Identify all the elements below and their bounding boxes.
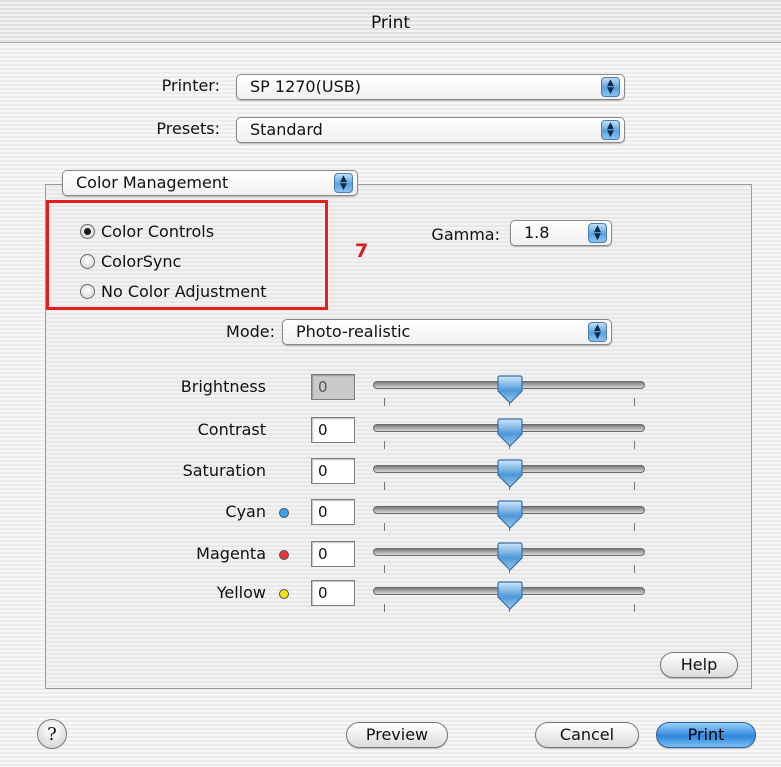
slider-thumb-icon[interactable] — [495, 375, 525, 407]
slider-tick — [634, 441, 635, 449]
slider-tick — [634, 565, 635, 573]
yellow-dot-icon — [279, 589, 289, 599]
preview-button[interactable]: Preview — [346, 722, 448, 748]
cyan-field[interactable]: 0 — [311, 499, 355, 525]
yellow-field[interactable]: 0 — [311, 580, 355, 606]
up-down-arrows-icon: ▲ ▼ — [601, 120, 620, 140]
slider-tick — [384, 523, 385, 531]
up-down-arrows-icon: ▲ ▼ — [588, 223, 607, 243]
presets-value: Standard — [250, 120, 323, 139]
panel-selector-popup[interactable]: Color Management ▲ ▼ — [62, 170, 358, 196]
cancel-button[interactable]: Cancel — [535, 722, 639, 748]
slider-thumb-icon[interactable] — [495, 418, 525, 450]
slider-tick — [634, 523, 635, 531]
slider-thumb-icon[interactable] — [495, 500, 525, 532]
gamma-label: Gamma: — [431, 225, 500, 244]
slider-tick — [384, 398, 385, 406]
window-titlebar: Print — [0, 0, 781, 43]
saturation-field[interactable]: 0 — [311, 458, 355, 484]
contrast-field[interactable]: 0 — [311, 417, 355, 443]
slider-label-contrast: Contrast — [197, 420, 266, 439]
up-down-arrows-icon: ▲ ▼ — [334, 173, 353, 193]
slider-tick — [634, 482, 635, 490]
mode-popup[interactable]: Photo-realistic ▲ ▼ — [282, 319, 612, 345]
slider-tick — [634, 398, 635, 406]
gamma-value: 1.8 — [524, 223, 550, 242]
slider-label-magenta: Magenta — [196, 544, 266, 563]
slider-tick — [384, 565, 385, 573]
up-down-arrows-icon: ▲ ▼ — [588, 322, 607, 342]
slider-tick — [634, 604, 635, 612]
slider-thumb-icon[interactable] — [495, 459, 525, 491]
up-down-arrows-icon: ▲ ▼ — [601, 77, 620, 97]
printer-label: Printer: — [161, 76, 220, 95]
printer-value: SP 1270(USB) — [250, 77, 361, 96]
panel-selector-value: Color Management — [76, 173, 229, 192]
brightness-field[interactable]: 0 — [311, 374, 355, 400]
mode-label: Mode: — [226, 322, 275, 341]
slider-label-brightness: Brightness — [180, 377, 266, 396]
magenta-field[interactable]: 0 — [311, 541, 355, 567]
print-button[interactable]: Print — [656, 722, 756, 748]
slider-label-yellow: Yellow — [216, 583, 266, 602]
window-title: Print — [370, 13, 411, 33]
highlight-box — [46, 200, 328, 310]
slider-label-cyan: Cyan — [225, 502, 266, 521]
presets-label: Presets: — [156, 119, 220, 138]
mode-value: Photo-realistic — [296, 322, 411, 341]
question-mark-icon[interactable]: ? — [37, 719, 67, 749]
printer-popup[interactable]: SP 1270(USB) ▲ ▼ — [236, 74, 625, 100]
cyan-dot-icon — [279, 508, 289, 518]
slider-tick — [384, 604, 385, 612]
step-number: 7 — [355, 240, 369, 262]
presets-popup[interactable]: Standard ▲ ▼ — [236, 117, 625, 143]
slider-tick — [384, 482, 385, 490]
magenta-dot-icon — [279, 550, 289, 560]
panel-help-button[interactable]: Help — [660, 652, 738, 678]
slider-thumb-icon[interactable] — [495, 581, 525, 613]
gamma-popup[interactable]: 1.8 ▲ ▼ — [510, 220, 612, 246]
slider-tick — [384, 441, 385, 449]
slider-label-saturation: Saturation — [182, 461, 266, 480]
slider-thumb-icon[interactable] — [495, 542, 525, 574]
